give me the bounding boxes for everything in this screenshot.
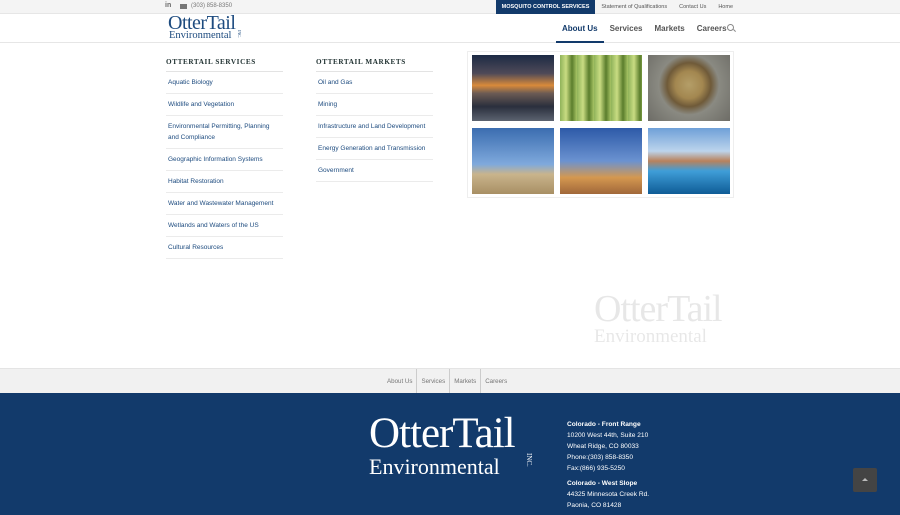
market-item[interactable]: Oil and Gas [316, 72, 433, 94]
gallery-image-solar-panel[interactable] [472, 128, 554, 194]
markets-list: Oil and Gas Mining Infrastructure and La… [316, 72, 433, 182]
footer-logo: OtterTail Environmental INC. [369, 410, 533, 479]
nav-services[interactable]: Services [604, 14, 649, 43]
footer-logo-environmental: Environmental [369, 454, 500, 479]
service-item[interactable]: Geographic Information Systems [166, 149, 283, 171]
quick-links: MOSQUITO CONTROL SERVICES Statement of Q… [495, 0, 739, 14]
office2-name: Colorado - West Slope [567, 480, 638, 487]
office1-city: Wheat Ridge, CO 80033 [567, 443, 639, 450]
office1-fax: Fax:(866) 935-5250 [567, 465, 625, 472]
service-item[interactable]: Habitat Restoration [166, 171, 283, 193]
home-link[interactable]: Home [712, 0, 739, 14]
markets-heading: OTTERTAIL MARKETS [316, 58, 433, 72]
service-item[interactable]: Aquatic Biology [166, 72, 283, 94]
services-list: Aquatic Biology Wildlife and Vegetation … [166, 72, 283, 259]
gallery-image-survey-marker[interactable] [648, 55, 730, 121]
service-item[interactable]: Cultural Resources [166, 237, 283, 259]
search-icon[interactable] [727, 24, 734, 31]
footer-nav-links: About Us Services Markets Careers [383, 369, 511, 394]
office1-street: 10200 West 44th, Suite 210 [567, 432, 649, 439]
office-addresses: Colorado - Front Range 10200 West 44th, … [567, 419, 649, 511]
services-heading: OTTERTAIL SERVICES [166, 58, 283, 72]
statement-qualifications-link[interactable]: Statement of Qualifications [595, 0, 673, 14]
logo-text-environmental: Environmental [169, 30, 232, 41]
nav-markets[interactable]: Markets [648, 14, 690, 43]
watermark-text-ottertail: OtterTail [594, 288, 723, 330]
service-item[interactable]: Water and Wastewater Management [166, 193, 283, 215]
gallery-image-bamboo[interactable] [560, 55, 642, 121]
market-item[interactable]: Government [316, 160, 433, 182]
market-item[interactable]: Energy Generation and Transmission [316, 138, 433, 160]
market-item[interactable]: Mining [316, 94, 433, 116]
service-item[interactable]: Environmental Permitting, Planning and C… [166, 116, 283, 149]
services-column: OTTERTAIL SERVICES Aquatic Biology Wildl… [166, 58, 283, 259]
linkedin-icon[interactable]: in [165, 2, 171, 9]
footer-link-about-us[interactable]: About Us [383, 369, 418, 394]
service-item[interactable]: Wetlands and Waters of the US [166, 215, 283, 237]
main-header: OtterTail Environmental INC. About Us Se… [0, 13, 900, 43]
photo-gallery [467, 51, 734, 198]
service-item[interactable]: Wildlife and Vegetation [166, 94, 283, 116]
office1-name: Colorado - Front Range [567, 421, 641, 428]
site-footer: OtterTail Environmental INC. Colorado - … [0, 393, 900, 515]
office2-street: 44325 Minnesota Creek Rd. [567, 491, 650, 498]
site-logo[interactable]: OtterTail Environmental INC. [166, 13, 248, 43]
top-utility-bar: in (303) 858-8350 MOSQUITO CONTROL SERVI… [0, 0, 900, 14]
office2-city: Paonia, CO 81428 [567, 502, 622, 509]
email-icon[interactable] [180, 4, 187, 9]
gallery-image-lake-sunset[interactable] [472, 55, 554, 121]
phone-number: (303) 858-8350 [191, 3, 233, 9]
contact-us-link[interactable]: Contact Us [673, 0, 712, 14]
gallery-image-joshua-tree[interactable] [560, 128, 642, 194]
market-item[interactable]: Infrastructure and Land Development [316, 116, 433, 138]
office1-phone[interactable]: Phone:(303) 858-8350 [567, 452, 649, 463]
logo-text-inc: INC. [237, 30, 242, 38]
main-nav: About Us Services Markets Careers [556, 14, 733, 43]
footer-nav: About Us Services Markets Careers [0, 368, 900, 394]
footer-link-markets[interactable]: Markets [450, 369, 482, 394]
nav-about-us[interactable]: About Us [556, 14, 604, 43]
watermark-text-environmental: Environmental [594, 326, 707, 347]
gallery-image-reservoir[interactable] [648, 128, 730, 194]
mosquito-control-link[interactable]: MOSQUITO CONTROL SERVICES [495, 0, 596, 14]
footer-link-careers[interactable]: Careers [481, 369, 511, 394]
scroll-to-top-button[interactable] [853, 468, 877, 492]
watermark-logo: OtterTail Environmental [594, 288, 723, 347]
footer-logo-ottertail: OtterTail [369, 410, 516, 457]
footer-logo-inc: INC. [525, 453, 533, 467]
footer-link-services[interactable]: Services [417, 369, 451, 394]
markets-column: OTTERTAIL MARKETS Oil and Gas Mining Inf… [316, 58, 433, 182]
